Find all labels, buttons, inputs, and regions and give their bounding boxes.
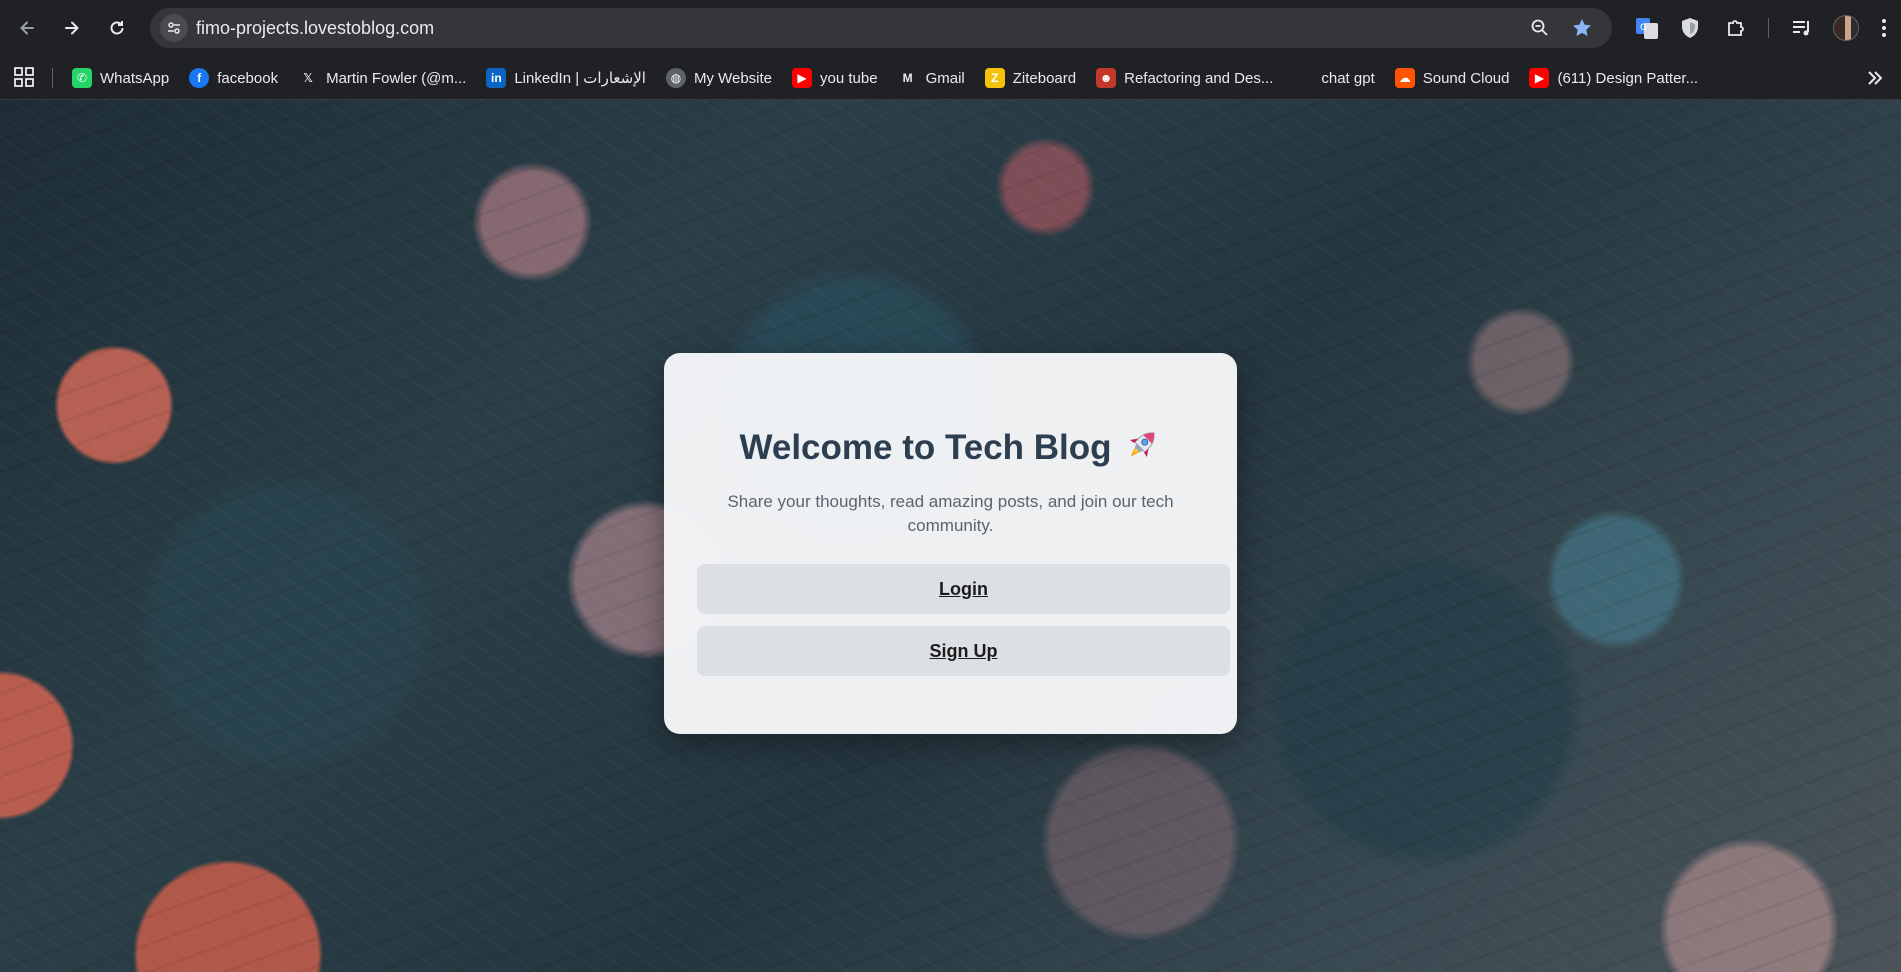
- bookmark-label: Sound Cloud: [1422, 69, 1510, 87]
- bookmarks-list: ✆ WhatsApp f facebook 𝕏 Martin Fowler (@m... i…: [62, 56, 1708, 100]
- bookmark-label: Ziteboard: [1012, 69, 1077, 87]
- bookmark-label: Refactoring and Des...: [1124, 69, 1274, 87]
- youtube-icon: ▶: [792, 68, 813, 88]
- profile-button[interactable]: [1832, 14, 1860, 42]
- url-text[interactable]: fimo-projects.lovestoblog.com: [196, 18, 434, 39]
- reload-icon: [110, 21, 124, 35]
- star-icon: [1573, 19, 1591, 36]
- forward-arrow-icon: [65, 21, 79, 35]
- soundcloud-icon: ☁: [1394, 68, 1415, 88]
- refactoring-guru-icon: ☻: [1096, 68, 1117, 88]
- bookmark-label: My Website: [693, 69, 773, 87]
- media-controls-button[interactable]: [1788, 14, 1816, 42]
- bookmark-item[interactable]: M Gmail: [888, 62, 975, 94]
- bookmark-item[interactable]: chat gpt: [1283, 62, 1384, 94]
- gmail-icon: M: [897, 68, 918, 88]
- bookmark-item[interactable]: in LinkedIn | الإشعارات: [476, 62, 656, 94]
- globe-icon: ◍: [665, 68, 686, 88]
- page-background: Welcome to Tech Blog Share your thoughts…: [0, 100, 1901, 972]
- bookmark-item[interactable]: ▶ (611) Design Patter...: [1519, 62, 1708, 94]
- toolbar-divider: [1768, 18, 1769, 38]
- address-bar[interactable]: fimo-projects.lovestoblog.com: [150, 8, 1612, 48]
- bookmarks-divider: [52, 68, 53, 88]
- login-button[interactable]: Login: [697, 564, 1230, 614]
- shield-extension-button[interactable]: [1676, 14, 1704, 42]
- bookmark-label: Martin Fowler (@m...: [326, 69, 467, 87]
- bookmark-item[interactable]: f facebook: [179, 62, 288, 94]
- more-vertical-icon: [1882, 19, 1886, 37]
- bookmark-item[interactable]: ◍ My Website: [656, 62, 782, 94]
- youtube-icon: ▶: [1529, 68, 1550, 88]
- avatar: [1833, 15, 1859, 41]
- welcome-title-text: Welcome to Tech Blog: [739, 428, 1112, 467]
- back-button[interactable]: [9, 10, 45, 46]
- ziteboard-icon: Z: [984, 68, 1005, 88]
- bookmarks-bar: ✆ WhatsApp f facebook 𝕏 Martin Fowler (@m... i…: [0, 56, 1901, 100]
- puzzle-icon: [1728, 20, 1744, 36]
- bookmark-item[interactable]: Z Ziteboard: [975, 62, 1086, 94]
- bookmark-label: Gmail: [925, 69, 965, 87]
- zoom-button[interactable]: [1528, 16, 1552, 40]
- chatgpt-icon: [1293, 68, 1314, 88]
- site-settings-icon: [168, 22, 180, 34]
- bookmark-label: LinkedIn | الإشعارات: [514, 70, 646, 87]
- linkedin-icon: in: [486, 68, 507, 88]
- bookmark-label: you tube: [820, 69, 878, 87]
- browser-toolbar: fimo-projects.lovestoblog.com G: [0, 0, 1901, 56]
- bookmark-item[interactable]: 𝕏 Martin Fowler (@m...: [288, 62, 476, 94]
- google-translate-button[interactable]: G: [1633, 14, 1661, 42]
- welcome-title: Welcome to Tech Blog: [664, 425, 1237, 468]
- bookmark-label: (611) Design Patter...: [1557, 69, 1699, 87]
- bookmark-item[interactable]: ☁ Sound Cloud: [1385, 62, 1520, 94]
- signup-button[interactable]: Sign Up: [697, 626, 1230, 676]
- facebook-icon: f: [189, 68, 210, 88]
- reload-button[interactable]: [99, 10, 135, 46]
- svg-text:G: G: [1640, 23, 1647, 33]
- bookmark-label: chat gpt: [1321, 69, 1375, 87]
- welcome-subtitle: Share your thoughts, read amazing posts,…: [727, 492, 1174, 535]
- media-queue-icon: [1793, 21, 1809, 36]
- x-twitter-icon: 𝕏: [298, 68, 319, 88]
- apps-grid-icon[interactable]: [13, 66, 35, 88]
- shield-icon: [1682, 18, 1698, 38]
- site-info-button[interactable]: [160, 14, 188, 42]
- rocket-icon: [1129, 432, 1155, 458]
- welcome-card: Welcome to Tech Blog Share your thoughts…: [664, 353, 1237, 734]
- whatsapp-icon: ✆: [72, 68, 92, 88]
- forward-button[interactable]: [54, 10, 90, 46]
- bookmark-label: facebook: [217, 69, 279, 87]
- bookmark-item[interactable]: ▶ you tube: [782, 62, 888, 94]
- back-arrow-icon: [20, 21, 34, 35]
- browser-menu-button[interactable]: [1874, 14, 1894, 42]
- chevron-double-right-icon[interactable]: [1863, 66, 1887, 90]
- bookmark-star-button[interactable]: [1570, 16, 1594, 40]
- zoom-out-icon: [1531, 19, 1548, 36]
- bookmark-item[interactable]: ☻ Refactoring and Des...: [1086, 62, 1283, 94]
- translate-icon: G: [1636, 18, 1658, 39]
- bookmark-label: WhatsApp: [100, 69, 170, 87]
- extensions-button[interactable]: [1722, 14, 1750, 42]
- bookmark-item[interactable]: ✆ WhatsApp: [62, 62, 179, 94]
